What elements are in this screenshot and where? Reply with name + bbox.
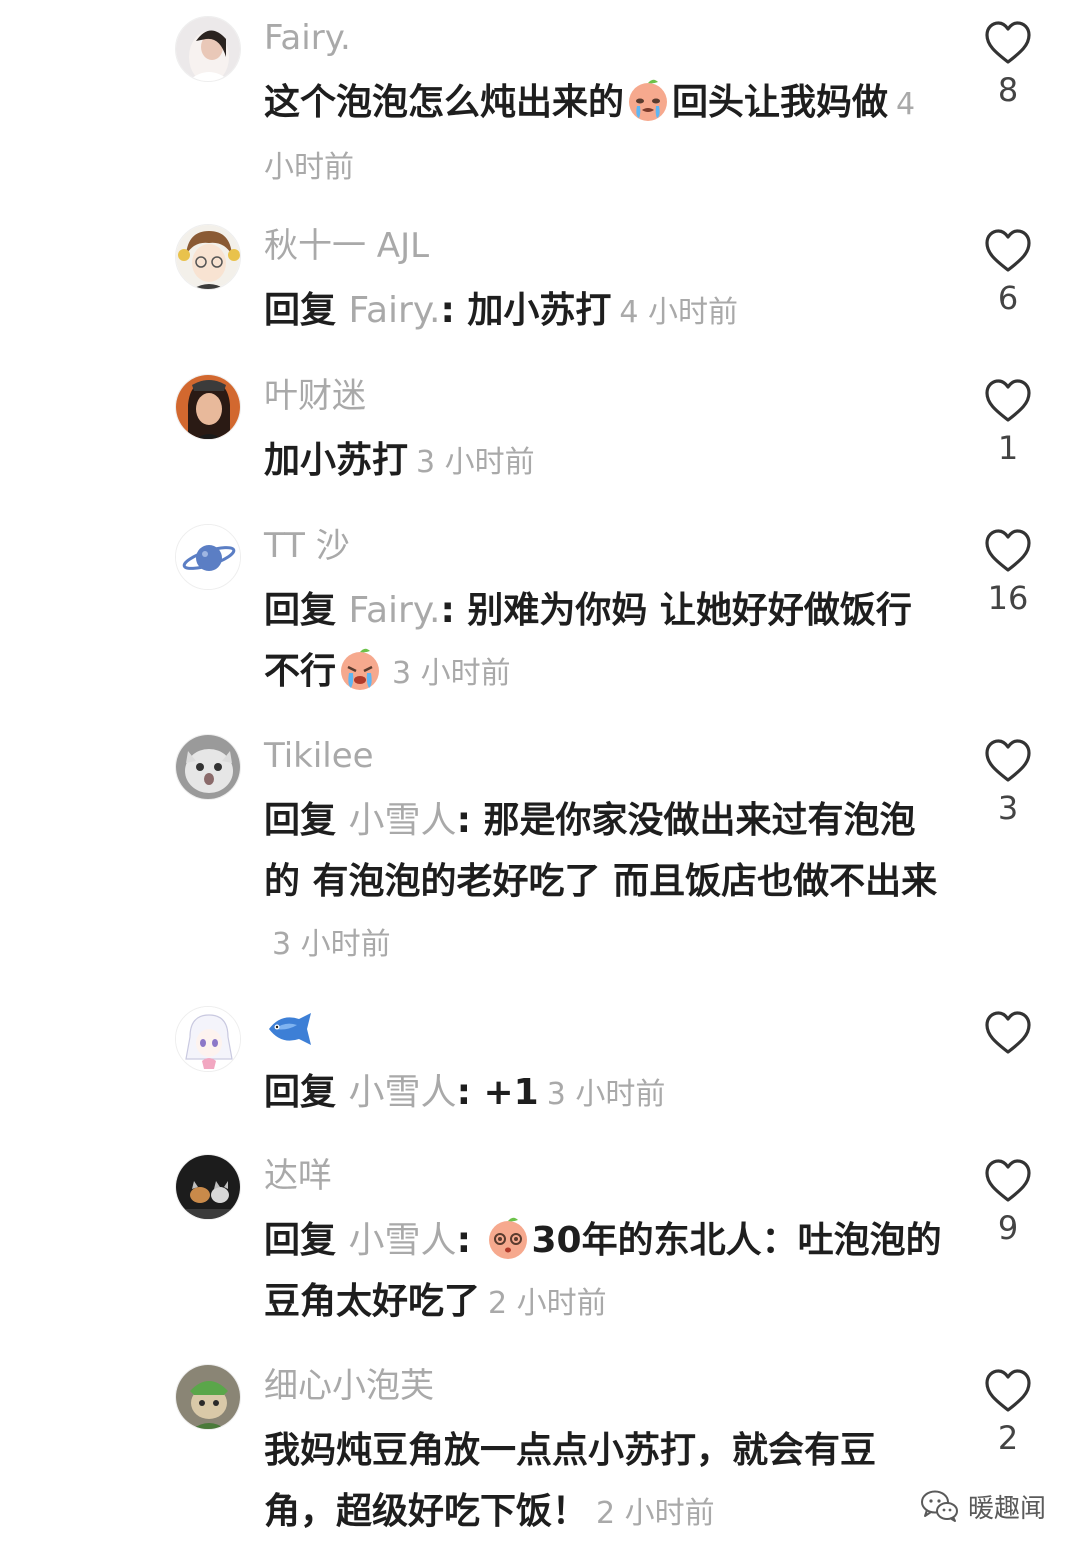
- comment-text-part: 加小苏打: [467, 290, 612, 331]
- fish-emoji: [265, 1009, 315, 1049]
- timestamp: 2 小时前: [488, 1286, 607, 1321]
- heart-icon: [985, 1159, 1031, 1202]
- heart-icon: [985, 1369, 1031, 1412]
- comment-text-part: 这个泡泡怎么炖出来的: [264, 82, 625, 123]
- avatar[interactable]: [175, 1006, 241, 1072]
- comment-list: Fairy. 这个泡泡怎么炖出来的 回头让我妈做 4 小时前 8 秋十一 AJL 回…: [0, 0, 1080, 1553]
- timestamp: 3 小时前: [546, 1077, 666, 1112]
- dazed-peach-emoji: [485, 1214, 531, 1260]
- heart-icon: [985, 1011, 1031, 1054]
- reply-target[interactable]: 小雪人: [349, 800, 457, 841]
- like-button[interactable]: 6: [982, 228, 1034, 318]
- heart-icon: [985, 21, 1031, 64]
- comment-text: 回复 Fairy.: 加小苏打 4 小时前: [264, 280, 944, 343]
- like-button[interactable]: 1: [982, 378, 1034, 468]
- avatar[interactable]: [175, 16, 241, 82]
- username[interactable]: TT 沙: [264, 524, 350, 568]
- reply-prefix: 回复: [264, 800, 349, 841]
- comment-text: 回复 小雪人: 30年的东北人：吐泡泡的豆角太好吃了 2 小时前: [264, 1210, 944, 1334]
- avatar[interactable]: [175, 524, 241, 590]
- comment-text: 这个泡泡怎么炖出来的 回头让我妈做 4 小时前: [264, 72, 944, 198]
- comment-text-part: 我妈炖豆角放一点点小苏打，就会有豆角，超级好吃下饭！: [264, 1430, 877, 1532]
- username[interactable]: 细心小泡芙: [264, 1364, 434, 1408]
- avatar[interactable]: [175, 1154, 241, 1220]
- comment-text-part: 回头让我妈做: [672, 82, 889, 123]
- timestamp: 2 小时前: [596, 1496, 715, 1531]
- username[interactable]: 秋十一 AJL: [264, 224, 429, 268]
- comment-text: 加小苏打 3 小时前: [264, 430, 944, 493]
- comment-text: 回复 小雪人: +1 3 小时前: [264, 1062, 944, 1125]
- reply-prefix: 回复: [264, 1072, 349, 1113]
- timestamp: 3 小时前: [272, 927, 391, 962]
- reply-colon: :: [456, 1072, 484, 1113]
- like-button[interactable]: 2: [982, 1368, 1034, 1458]
- crying-peach-emoji: [625, 76, 671, 122]
- like-count: 2: [997, 1419, 1019, 1457]
- reply-prefix: 回复: [264, 290, 349, 331]
- avatar[interactable]: [175, 224, 241, 290]
- comment-text-part: +1: [483, 1072, 539, 1113]
- avatar[interactable]: [175, 734, 241, 800]
- watermark-label: 暖趣闻: [968, 1493, 1047, 1524]
- like-count: 1: [997, 429, 1019, 467]
- reply-target[interactable]: Fairy.: [349, 590, 441, 631]
- username[interactable]: [264, 1008, 316, 1052]
- like-count: 16: [987, 579, 1029, 617]
- reply-colon: :: [440, 590, 468, 631]
- reply-target[interactable]: Fairy.: [349, 290, 441, 331]
- heart-icon: [985, 529, 1031, 572]
- username[interactable]: Fairy.: [264, 16, 351, 60]
- timestamp: 3 小时前: [416, 445, 535, 480]
- reply-colon: :: [456, 800, 484, 841]
- reply-colon: :: [456, 1220, 484, 1261]
- reply-prefix: 回复: [264, 590, 349, 631]
- like-button[interactable]: [982, 1010, 1034, 1060]
- like-count: 6: [997, 279, 1019, 317]
- username[interactable]: 叶财迷: [264, 374, 366, 418]
- watermark: 暖趣闻: [920, 1486, 1046, 1526]
- timestamp: 4 小时前: [619, 295, 739, 330]
- heart-icon: [985, 229, 1031, 272]
- avatar[interactable]: [175, 1364, 241, 1430]
- reply-prefix: 回复: [264, 1220, 349, 1261]
- wechat-icon: [921, 1490, 958, 1522]
- comment-text: 回复 小雪人: 那是你家没做出来过有泡泡的 有泡泡的老好吃了 而且饭店也做不出来…: [264, 790, 944, 975]
- like-button[interactable]: 8: [982, 20, 1034, 110]
- comment-text: 我妈炖豆角放一点点小苏打，就会有豆角，超级好吃下饭！ 2 小时前: [264, 1420, 944, 1544]
- crying-peach-emoji: [337, 645, 383, 691]
- reply-target[interactable]: 小雪人: [349, 1072, 457, 1113]
- like-button[interactable]: 3: [982, 738, 1034, 828]
- like-count: 3: [997, 789, 1019, 827]
- timestamp: 3 小时前: [392, 656, 511, 691]
- username[interactable]: Tikilee: [264, 734, 374, 778]
- username[interactable]: 达咩: [264, 1154, 332, 1198]
- comment-text: 回复 Fairy.: 别难为你妈 让她好好做饭行不行 3 小时前: [264, 580, 944, 704]
- heart-icon: [985, 739, 1031, 782]
- like-button[interactable]: 16: [982, 528, 1034, 618]
- reply-colon: :: [440, 290, 468, 331]
- like-count: 9: [997, 1209, 1019, 1247]
- avatar[interactable]: [175, 374, 241, 440]
- heart-icon: [985, 379, 1031, 422]
- comment-text-part: 加小苏打: [264, 440, 409, 481]
- reply-target[interactable]: 小雪人: [349, 1220, 457, 1261]
- like-button[interactable]: 9: [982, 1158, 1034, 1248]
- like-count: 8: [997, 71, 1019, 109]
